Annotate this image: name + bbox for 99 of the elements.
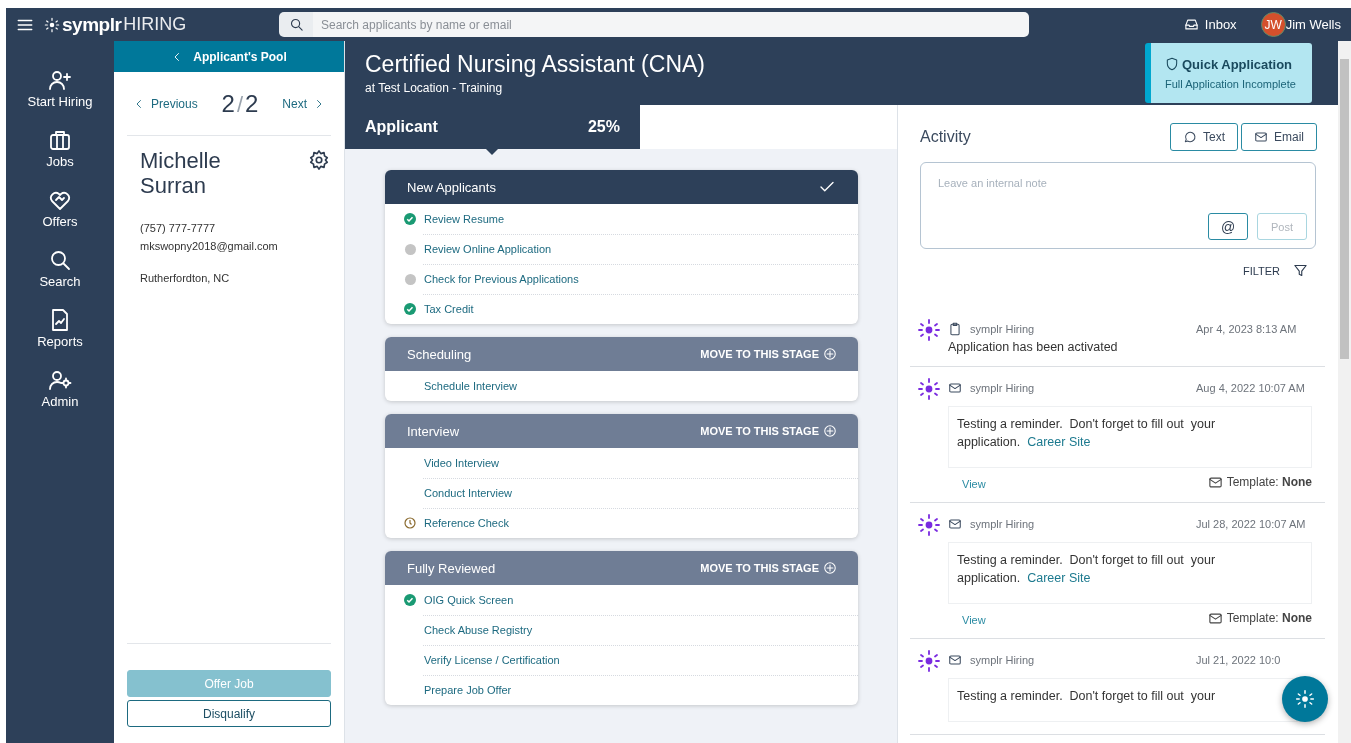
activity-source: symplr Hiring <box>970 323 1035 335</box>
task-link[interactable]: Reference Check <box>424 517 509 529</box>
brand-name: symplr <box>62 13 122 36</box>
task-link[interactable]: Video Interview <box>424 456 499 469</box>
previous-link[interactable]: Previous <box>127 96 204 111</box>
activity-title: Activity <box>920 128 971 146</box>
applicant-name: Michelle Surran <box>140 148 222 198</box>
activity-source: symplr Hiring <box>970 654 1035 666</box>
career-site-link[interactable]: Career Site <box>1027 435 1091 449</box>
message-text: Testing a reminder. Don't forget to fill out your application. Career Site <box>957 416 1217 451</box>
message-text: Testing a reminder. Don't forget to fill out your <box>957 688 1217 705</box>
mail-icon <box>1207 610 1223 626</box>
search-icon <box>289 17 304 32</box>
mail-icon <box>1254 130 1268 144</box>
search-field[interactable]: Search applicants by name or email <box>279 12 1029 37</box>
sunburst-logo-icon <box>917 377 941 401</box>
clipboard-icon <box>948 322 962 336</box>
task-link[interactable]: Check for Previous Applications <box>424 272 579 285</box>
view-link[interactable]: View <box>948 478 1000 490</box>
person-add-icon <box>48 68 72 92</box>
settings-button[interactable] <box>308 148 330 172</box>
task-link[interactable]: Tax Credit <box>424 303 474 315</box>
mention-button[interactable]: @ <box>1208 213 1248 240</box>
stage-percent: 25% <box>587 118 620 136</box>
task-link[interactable]: Verify License / Certification <box>424 653 560 666</box>
text-button[interactable]: Text <box>1169 123 1238 151</box>
task-link[interactable]: Review Online Application <box>424 242 552 255</box>
stage-title: Interview <box>407 423 460 439</box>
mail-icon <box>948 653 962 667</box>
task-link[interactable]: OIG Quick Screen <box>424 593 514 606</box>
inbox-icon <box>1183 17 1199 32</box>
product-name: HIRING <box>123 14 187 35</box>
search-icon <box>48 248 72 272</box>
nav-item[interactable]: Reports <box>10 307 110 355</box>
career-site-link[interactable]: Career Site <box>1027 571 1091 585</box>
view-link[interactable]: View <box>948 614 1000 626</box>
stage-title: Scheduling <box>407 346 472 362</box>
sunburst-logo-icon <box>917 513 941 537</box>
email-address: mkswopny2018@gmail.com <box>140 240 279 252</box>
template-label: Template: None <box>1226 611 1312 625</box>
activity-source: symplr Hiring <box>970 518 1035 530</box>
next-link[interactable]: Next <box>276 96 331 111</box>
task-link[interactable]: Schedule Interview <box>424 380 517 392</box>
user-avatar[interactable]: JW <box>1260 12 1286 37</box>
badge-subtitle: Full Application Incomplete <box>1165 77 1297 90</box>
inbox-button[interactable]: Inbox <box>1183 17 1237 32</box>
activity-time: Jul 28, 2022 10:07 AM <box>1196 518 1307 530</box>
scrollbar[interactable] <box>1338 41 1351 743</box>
badge-title: Quick Application <box>1182 56 1293 72</box>
person-gear-icon <box>48 368 72 392</box>
stage-name: Applicant <box>365 118 438 136</box>
activity-source: symplr Hiring <box>970 382 1035 394</box>
current-index: 2 <box>221 89 235 118</box>
task-link[interactable]: Conduct Interview <box>424 486 513 499</box>
plus-circle-icon <box>823 424 837 438</box>
move-to-stage-button[interactable]: MOVE TO THIS STAGE <box>700 424 837 438</box>
move-to-stage-button[interactable]: MOVE TO THIS STAGE <box>700 347 837 361</box>
job-location: at Test Location - Training <box>365 81 504 95</box>
mail-icon <box>948 517 962 531</box>
move-to-stage-button[interactable]: MOVE TO THIS STAGE <box>700 561 837 575</box>
nav-item[interactable]: Offers <box>10 187 110 235</box>
user-name[interactable]: Jim Wells <box>1285 17 1341 32</box>
filter-icon <box>1293 263 1308 278</box>
template-label: Template: None <box>1226 475 1312 489</box>
nav-item[interactable]: Admin <box>10 367 110 415</box>
plus-circle-icon <box>823 561 837 575</box>
message-text: Testing a reminder. Don't forget to fill out your application. Career Site <box>957 552 1217 587</box>
separator: / <box>236 91 244 118</box>
job-title: Certified Nursing Assistant (CNA) <box>365 51 705 78</box>
disqualify-button[interactable]: Disqualify <box>127 700 331 727</box>
plus-circle-icon <box>823 347 837 361</box>
nav-item[interactable]: Jobs <box>10 127 110 175</box>
total-count: 2 <box>245 89 259 118</box>
activity-time: Aug 4, 2022 10:07 AM <box>1196 382 1306 394</box>
chat-icon <box>1182 130 1197 144</box>
phone-number: (757) 777-7777 <box>140 222 217 234</box>
sunburst-logo-icon <box>917 649 941 673</box>
task-link[interactable]: Prepare Job Offer <box>424 684 512 696</box>
mail-icon <box>1207 474 1223 490</box>
nav-item[interactable]: Search <box>10 247 110 295</box>
briefcase-icon <box>48 128 72 152</box>
settings-icon <box>308 149 330 171</box>
email-button[interactable]: Email <box>1241 123 1317 151</box>
stage-title: Fully Reviewed <box>407 560 496 576</box>
sunburst-logo-icon <box>917 318 941 342</box>
stage-title: New Applicants <box>407 179 496 195</box>
sunburst-logo-icon <box>44 16 60 33</box>
task-link[interactable]: Review Resume <box>424 212 505 225</box>
activity-message: Application has been activated <box>948 340 1119 354</box>
mail-icon <box>948 381 962 395</box>
sunburst-logo-icon <box>1295 689 1315 709</box>
shield-icon <box>1165 57 1179 71</box>
location: Rutherfordton, NC <box>140 272 231 284</box>
task-link[interactable]: Check Abuse Registry <box>424 623 533 636</box>
activity-time: Apr 4, 2023 8:13 AM <box>1196 323 1298 335</box>
back-to-pool-button[interactable]: Applicant's Pool <box>114 41 344 72</box>
activity-time: Jul 21, 2022 10:0 <box>1196 654 1282 666</box>
filter-button[interactable]: FILTER <box>1242 263 1308 278</box>
nav-item[interactable]: Start Hiring <box>10 67 110 115</box>
